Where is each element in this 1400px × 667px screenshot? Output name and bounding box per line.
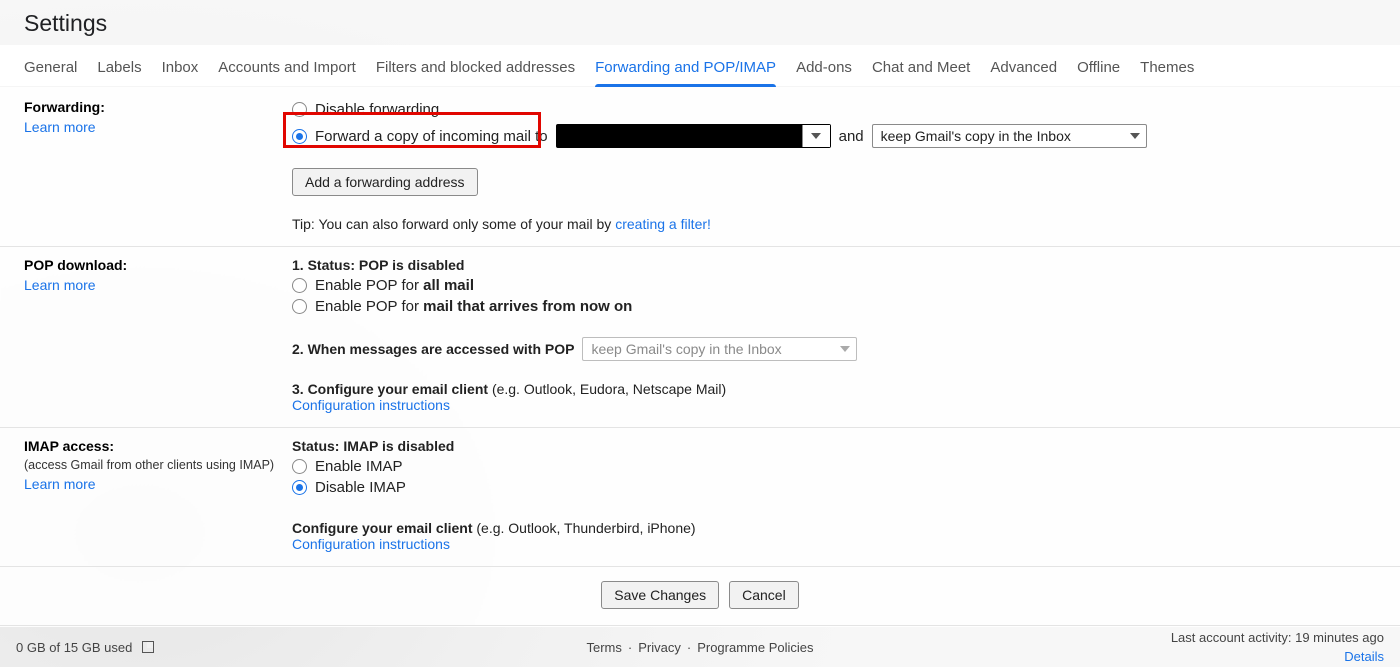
settings-content: Forwarding: Learn more Disable forwardin… [0,87,1400,627]
tab-offline[interactable]: Offline [1077,49,1120,86]
section-forwarding: Forwarding: Learn more Disable forwardin… [0,87,1400,247]
section-imap-access: IMAP access: (access Gmail from other cl… [0,428,1400,567]
tab-advanced[interactable]: Advanced [990,49,1057,86]
pop-configure-hint: (e.g. Outlook, Eudora, Netscape Mail) [492,381,726,397]
pop-enable-all-bold: all mail [423,277,474,294]
pop-action-value: keep Gmail's copy in the Inbox [591,341,781,357]
chevron-down-icon [1130,133,1140,139]
disable-forwarding-label: Disable forwarding [315,101,439,118]
pop-action-select[interactable]: keep Gmail's copy in the Inbox [582,337,857,361]
radio-imap-disable[interactable] [292,480,307,495]
open-in-new-icon [142,641,154,653]
imap-subtitle: (access Gmail from other clients using I… [24,458,292,472]
forwarding-action-select[interactable]: keep Gmail's copy in the Inbox [872,124,1147,148]
page-title: Settings [0,0,1400,45]
forwarding-learn-more-link[interactable]: Learn more [24,119,96,135]
cancel-button[interactable]: Cancel [729,581,799,609]
tab-accounts-import[interactable]: Accounts and Import [218,49,356,86]
imap-learn-more-link[interactable]: Learn more [24,476,96,492]
pop-configuration-instructions-link[interactable]: Configuration instructions [292,397,450,413]
pop-learn-more-link[interactable]: Learn more [24,277,96,293]
tab-filters-blocked[interactable]: Filters and blocked addresses [376,49,575,86]
radio-imap-enable[interactable] [292,459,307,474]
add-forwarding-address-button[interactable]: Add a forwarding address [292,168,478,196]
storage-text: 0 GB of 15 GB used [16,640,132,655]
chevron-down-icon [840,346,850,352]
imap-configure-hint: (e.g. Outlook, Thunderbird, iPhone) [476,520,695,536]
forwarding-and-text: and [839,128,864,145]
details-link[interactable]: Details [1344,649,1384,664]
programme-policies-link[interactable]: Programme Policies [697,640,813,655]
tab-labels[interactable]: Labels [97,49,141,86]
tab-forwarding-pop-imap[interactable]: Forwarding and POP/IMAP [595,49,776,86]
forwarding-action-value: keep Gmail's copy in the Inbox [881,128,1071,144]
privacy-link[interactable]: Privacy [638,640,681,655]
forwarding-tip-text: Tip: You can also forward only some of y… [292,216,615,232]
pop-enable-now-bold: mail that arrives from now on [423,298,632,315]
pop-title: POP download: [24,257,127,273]
imap-status-value: IMAP is disabled [343,438,454,454]
pop-status-value: POP is disabled [359,257,465,273]
tab-themes[interactable]: Themes [1140,49,1194,86]
storage-usage[interactable]: 0 GB of 15 GB used [16,640,154,655]
save-cancel-row: Save Changes Cancel [0,567,1400,626]
tab-general[interactable]: General [24,49,77,86]
radio-forward-copy[interactable] [292,129,307,144]
pop-enable-now-prefix: Enable POP for [315,298,423,315]
creating-filter-link[interactable]: creating a filter! [615,216,711,232]
radio-disable-forwarding[interactable] [292,102,307,117]
tab-addons[interactable]: Add-ons [796,49,852,86]
save-changes-button[interactable]: Save Changes [601,581,719,609]
imap-status-prefix: Status: [292,438,343,454]
imap-configure-prefix: Configure your email client [292,520,476,536]
pop-enable-all-prefix: Enable POP for [315,277,423,294]
pop-configure-prefix: 3. Configure your email client [292,381,492,397]
terms-link[interactable]: Terms [586,640,621,655]
tab-chat-meet[interactable]: Chat and Meet [872,49,970,86]
pop-status-label: 1. Status: [292,257,359,273]
section-pop-download: POP download: Learn more 1. Status: POP … [0,247,1400,428]
forwarding-address-select[interactable] [556,124,831,148]
chevron-down-icon [802,125,830,147]
settings-tabs: General Labels Inbox Accounts and Import… [0,45,1400,87]
radio-pop-all-mail[interactable] [292,278,307,293]
imap-configuration-instructions-link[interactable]: Configuration instructions [292,536,450,552]
imap-title: IMAP access: [24,438,114,454]
pop-when-accessed-label: 2. When messages are accessed with POP [292,341,574,357]
imap-enable-label: Enable IMAP [315,458,403,475]
imap-disable-label: Disable IMAP [315,479,406,496]
forward-copy-label: Forward a copy of incoming mail to [315,128,548,145]
radio-pop-from-now[interactable] [292,299,307,314]
tab-inbox[interactable]: Inbox [162,49,199,86]
last-activity-text: Last account activity: 19 minutes ago [1171,628,1384,648]
page-footer: 0 GB of 15 GB used Terms · Privacy · Pro… [0,627,1400,667]
forwarding-title: Forwarding: [24,99,105,115]
